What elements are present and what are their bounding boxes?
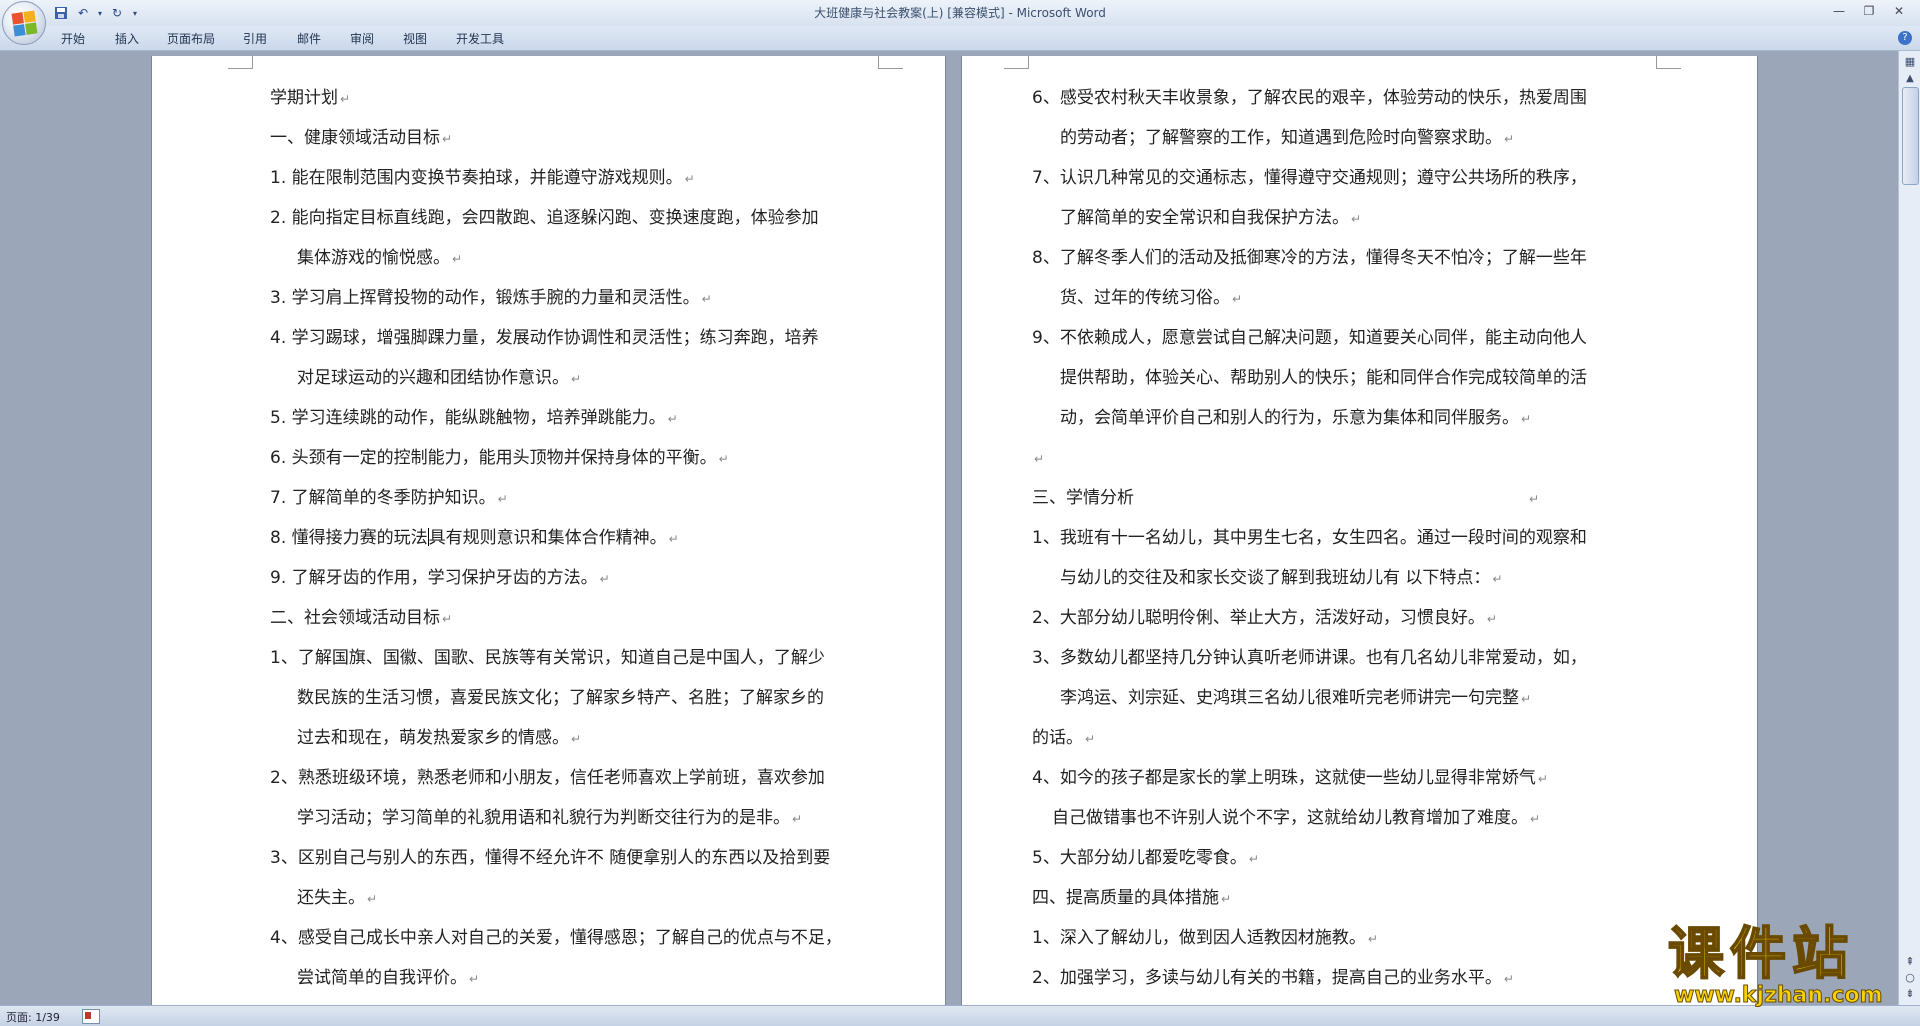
doc-line: 2. 能向指定目标直线跑，会四散跑、追逐躲闪跑、变换速度跑，体验参加 bbox=[270, 208, 819, 228]
next-page-icon[interactable]: ⇟ bbox=[1902, 987, 1918, 1003]
office-button[interactable] bbox=[2, 1, 46, 45]
doc-line: 6. 头颈有一定的控制能力，能用头顶物并保持身体的平衡。 ↵ bbox=[270, 448, 729, 468]
proofing-icon[interactable] bbox=[82, 1009, 100, 1024]
watermark-url: www.kjzhan.com bbox=[1674, 983, 1884, 1009]
browse-object-icon[interactable]: ○ bbox=[1902, 971, 1918, 987]
tab-view[interactable]: 视图 bbox=[403, 30, 427, 47]
doc-line: 8、了解冬季人们的活动及抵御寒冷的方法，懂得冬天不怕冷；了解一些年 bbox=[1032, 248, 1587, 268]
doc-line: 4、感受自己成长中亲人对自己的关爱，懂得感恩；了解自己的优点与不足， bbox=[270, 928, 842, 948]
doc-line: 2、熟悉班级环境，熟悉老师和小朋友，信任老师喜欢上学前班，喜欢参加 bbox=[270, 768, 825, 788]
tab-page-layout[interactable]: 页面布局 bbox=[167, 30, 215, 47]
doc-line: 1、了解国旗、国徽、国歌、民族等有关常识，知道自己是中国人，了解少 bbox=[270, 648, 825, 668]
doc-line: 3. 学习肩上挥臂投物的动作，锻炼手腕的力量和灵活性。 ↵ bbox=[270, 288, 712, 308]
document-workarea: 学期计划 ↵ 一、健康领域活动目标 ↵ 1. 能在限制范围内变换节奏拍球，并能遵守游… bbox=[0, 51, 1898, 1016]
document-page-left[interactable]: 学期计划 ↵ 一、健康领域活动目标 ↵ 1. 能在限制范围内变换节奏拍球，并能遵守游… bbox=[152, 56, 945, 1016]
doc-line: 9、不依赖成人，愿意尝试自己解决问题，知道要关心同伴，能主动向他人 bbox=[1032, 328, 1587, 348]
doc-line: 8. 懂得接力赛的玩法具有规则意识和集体合作精神。 ↵ bbox=[270, 528, 679, 548]
doc-line: 7. 了解简单的冬季防护知识。 ↵ bbox=[270, 488, 508, 508]
tab-references[interactable]: 引用 bbox=[243, 30, 267, 47]
doc-line: 的话。 ↵ bbox=[1032, 728, 1096, 748]
doc-line: 自己做错事也不许别人说个不字，这就给幼儿教育增加了难度。 ↵ bbox=[1052, 808, 1541, 828]
doc-line: 还失主。 ↵ bbox=[297, 888, 378, 908]
tab-mailings[interactable]: 邮件 bbox=[297, 30, 321, 47]
doc-line: 的劳动者；了解警察的工作，知道遇到危险时向警察求助。 ↵ bbox=[1060, 128, 1515, 148]
doc-line: 2、加强学习，多读与幼儿有关的书籍，提高自己的业务水平。 ↵ bbox=[1032, 968, 1514, 988]
doc-line: 对足球运动的兴趣和团结协作意识。 ↵ bbox=[297, 368, 582, 388]
tab-home[interactable]: 开始 bbox=[61, 30, 85, 47]
doc-line: 尝试简单的自我评价。 ↵ bbox=[297, 968, 480, 988]
doc-line: 4. 学习踢球，增强脚踝力量，发展动作协调性和灵活性；练习奔跑，培养 bbox=[270, 328, 819, 348]
previous-page-icon[interactable]: ⇞ bbox=[1902, 955, 1918, 971]
doc-line: 过去和现在，萌发热爱家乡的情感。 ↵ bbox=[297, 728, 582, 748]
title-bar: ↶ ▾ ↻ ▾ 大班健康与社会教案(上) [兼容模式] - Microsoft … bbox=[0, 0, 1920, 45]
doc-line: 李鸿运、刘宗延、史鸿琪三名幼儿很难听完老师讲完一句完整 ↵ bbox=[1060, 688, 1532, 708]
doc-line: 集体游戏的愉悦感。 ↵ bbox=[297, 248, 463, 268]
doc-line: 四、提高质量的具体措施 ↵ bbox=[1032, 888, 1232, 908]
doc-line: 动，会简单评价自己和别人的行为，乐意为集体和同伴服务。 ↵ bbox=[1060, 408, 1532, 428]
help-icon[interactable]: ? bbox=[1898, 31, 1912, 45]
doc-line: 4、如今的孩子都是家长的掌上明珠，这就使一些幼儿显得非常娇气 ↵ bbox=[1032, 768, 1548, 788]
doc-line: 5. 学习连续跳的动作，能纵跳触物，培养弹跳能力。 ↵ bbox=[270, 408, 678, 428]
page-count[interactable]: 页面: 1/39 bbox=[6, 1009, 60, 1025]
document-page-right[interactable]: 6、感受农村秋天丰收景象，了解农民的艰辛，体验劳动的快乐，热爱周围 的劳动者；了… bbox=[962, 56, 1757, 1016]
doc-line: 1、深入了解幼儿，做到因人适教因材施教。 ↵ bbox=[1032, 928, 1378, 948]
scroll-up-icon[interactable]: ▲ bbox=[1899, 71, 1920, 87]
doc-line: 提供帮助，体验关心、帮助别人的快乐；能和同伴合作完成较简单的活 bbox=[1060, 368, 1587, 388]
window-controls: — ❐ ✕ bbox=[1824, 2, 1914, 20]
doc-line: 学习活动；学习简单的礼貌用语和礼貌行为判断交往行为的是非。 ↵ bbox=[297, 808, 803, 828]
doc-line: 3、多数幼儿都坚持几分钟认真听老师讲课。也有几名幼儿非常爱动，如， bbox=[1032, 648, 1587, 668]
doc-line: 9. 了解牙齿的作用，学习保护牙齿的方法。 ↵ bbox=[270, 568, 610, 588]
doc-line: 6、感受农村秋天丰收景象，了解农民的艰辛，体验劳动的快乐，热爱周围 bbox=[1032, 88, 1587, 108]
doc-line: 3、区别自己与别人的东西，懂得不经允许不 随便拿别人的东西以及拾到要 bbox=[270, 848, 831, 868]
crop-mark bbox=[878, 56, 903, 69]
doc-line: 一、健康领域活动目标 ↵ bbox=[270, 128, 453, 148]
minimize-icon[interactable]: — bbox=[1824, 2, 1854, 20]
tab-insert[interactable]: 插入 bbox=[115, 30, 139, 47]
ruler-toggle-icon[interactable]: ▦ bbox=[1902, 55, 1918, 71]
scrollbar-thumb[interactable] bbox=[1902, 87, 1919, 185]
window-title: 大班健康与社会教案(上) [兼容模式] - Microsoft Word bbox=[814, 6, 1106, 20]
doc-line: 学期计划 ↵ bbox=[270, 88, 351, 108]
doc-line: 三、学情分析 ↵ bbox=[1032, 488, 1540, 508]
doc-line: 7、认识几种常见的交通标志，懂得遵守交通规则；遵守公共场所的秩序， bbox=[1032, 168, 1587, 188]
maximize-icon[interactable]: ❐ bbox=[1854, 2, 1884, 20]
doc-line: 2、大部分幼儿聪明伶俐、举止大方，活泼好动，习惯良好。 ↵ bbox=[1032, 608, 1497, 628]
doc-line: ↵ bbox=[1034, 452, 1045, 466]
tab-review[interactable]: 审阅 bbox=[350, 30, 374, 47]
doc-line: 5、大部分幼儿都爱吃零食。 ↵ bbox=[1032, 848, 1259, 868]
crop-mark bbox=[228, 56, 253, 69]
doc-line: 1. 能在限制范围内变换节奏拍球，并能遵守游戏规则。 ↵ bbox=[270, 168, 695, 188]
close-icon[interactable]: ✕ bbox=[1884, 2, 1914, 20]
crop-mark bbox=[1656, 56, 1681, 69]
doc-line: 了解简单的安全常识和自我保护方法。 ↵ bbox=[1060, 208, 1362, 228]
doc-line: 数民族的生活习惯，喜爱民族文化；了解家乡特产、名胜；了解家乡的 bbox=[297, 688, 824, 708]
tab-developer[interactable]: 开发工具 bbox=[456, 30, 504, 47]
site-watermark: 课件站 www.kjzhan.com bbox=[1667, 922, 1904, 1009]
doc-line: 二、社会领域活动目标 ↵ bbox=[270, 608, 453, 628]
doc-line: 与幼儿的交往及和家长交谈了解到我班幼儿有 以下特点： ↵ bbox=[1060, 568, 1503, 588]
crop-mark bbox=[1004, 56, 1029, 69]
vertical-scrollbar[interactable]: ▦ ▲ ⇞ ○ ⇟ bbox=[1898, 51, 1920, 1005]
watermark-text: 课件站 bbox=[1667, 922, 1854, 987]
office-logo-icon bbox=[11, 10, 37, 36]
doc-line: 1、我班有十一名幼儿，其中男生七名，女生四名。通过一段时间的观察和 bbox=[1032, 528, 1587, 548]
doc-line: 货、过年的传统习俗。 ↵ bbox=[1060, 288, 1243, 308]
status-bar: 页面: 1/39 bbox=[0, 1005, 1920, 1026]
ribbon-tab-bar: 开始 插入 页面布局 引用 邮件 审阅 视图 开发工具 ? bbox=[0, 26, 1920, 51]
